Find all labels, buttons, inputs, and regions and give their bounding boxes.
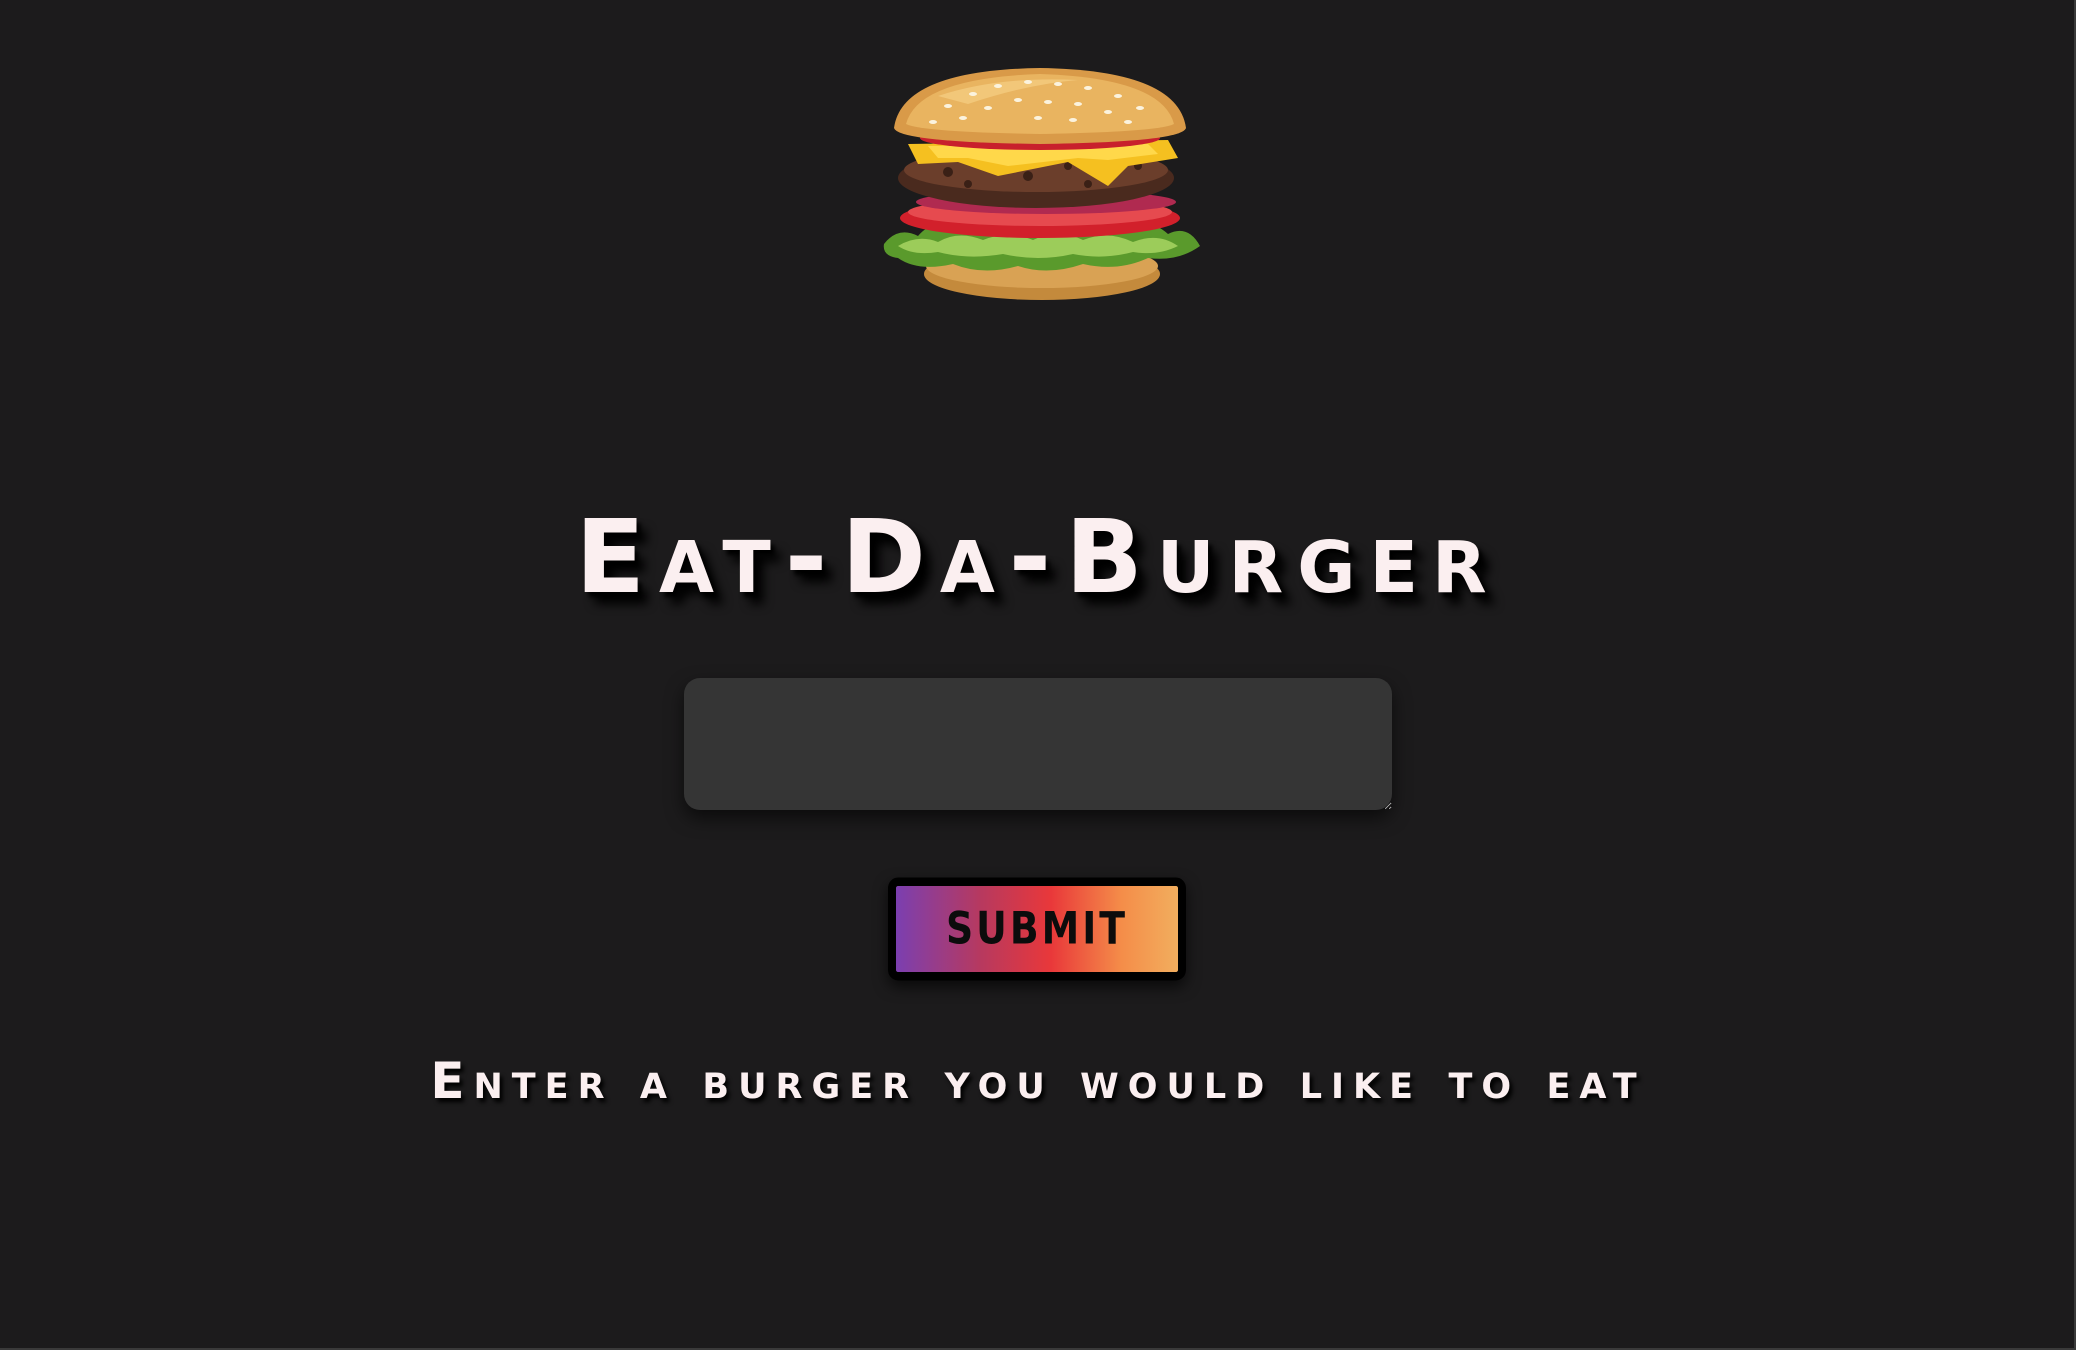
burger-name-input[interactable]	[684, 678, 1392, 810]
page-title: Eat-Da-Burger	[575, 498, 1501, 618]
submit-button[interactable]: SUBMIT	[888, 877, 1186, 981]
burger-icon	[878, 66, 1202, 306]
instructions-text: Enter a burger you would like to eat	[430, 1052, 1646, 1110]
